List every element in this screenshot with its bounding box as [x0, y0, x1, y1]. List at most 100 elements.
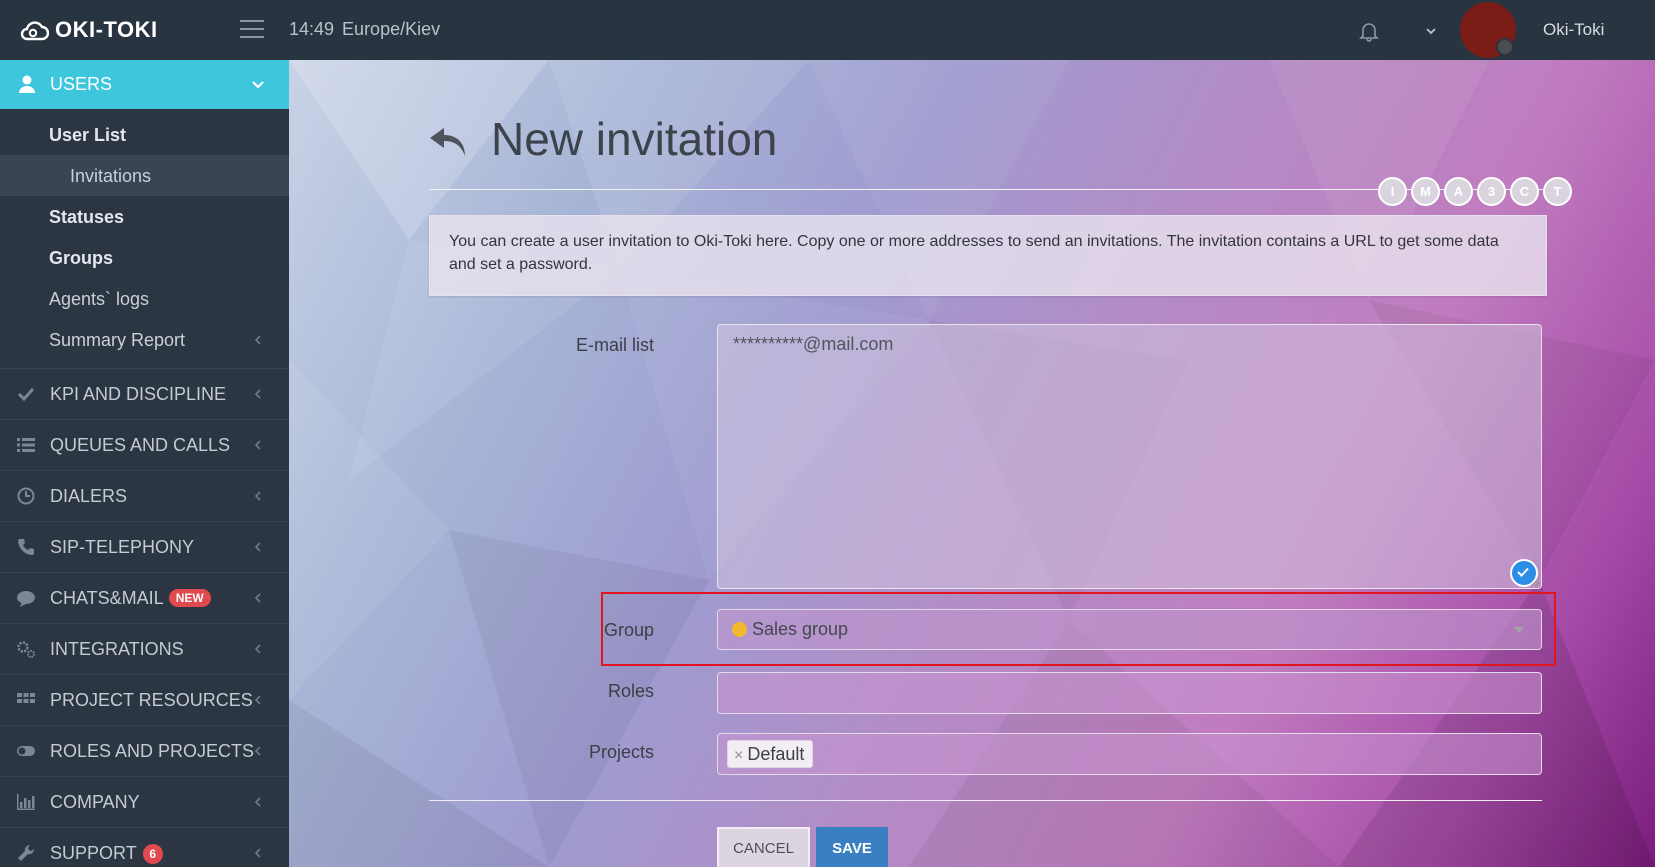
- sidebar-item-label: Agents` logs: [49, 289, 150, 309]
- sidebar-item-sip[interactable]: SIP-TELEPHONY: [0, 522, 289, 573]
- resize-grip-icon[interactable]: [1530, 577, 1540, 587]
- chevron-down-icon: [252, 81, 264, 89]
- new-badge: NEW: [168, 589, 211, 607]
- chevron-left-icon: [254, 797, 261, 807]
- chat-icon: [17, 591, 35, 607]
- top-bar: OKI-TOKI 14:49 Europe/Kiev Oki-Toki: [0, 0, 1655, 60]
- chevron-left-icon: [254, 542, 261, 552]
- sidebar-item-integrations[interactable]: INTEGRATIONS: [0, 624, 289, 675]
- bar-chart-icon: [17, 794, 35, 810]
- chevron-left-icon: [254, 746, 261, 756]
- sidebar-item-text: SUPPORT: [50, 843, 137, 863]
- remove-tag-icon[interactable]: ×: [734, 747, 743, 764]
- sidebar-section-label: USERS: [50, 74, 113, 94]
- clock-timezone: Europe/Kiev: [342, 19, 441, 39]
- back-arrow-icon[interactable]: [428, 124, 470, 160]
- sidebar-item-label: Statuses: [49, 207, 125, 227]
- clock: 14:49 Europe/Kiev: [289, 19, 440, 40]
- chevron-left-icon: [254, 440, 261, 450]
- sidebar-item-queues[interactable]: QUEUES AND CALLS: [0, 420, 289, 471]
- cloud-logo-icon: [20, 21, 49, 41]
- email-label: E-mail list: [575, 335, 654, 355]
- sidebar-item-dialers[interactable]: DIALERS: [0, 471, 289, 522]
- username[interactable]: Oki-Toki: [1543, 20, 1604, 40]
- sidebar-item-project-resources[interactable]: PROJECT RESOURCES: [0, 675, 289, 726]
- avatar[interactable]: [1460, 2, 1516, 58]
- sidebar-item-label: COMPANY: [50, 792, 140, 812]
- roles-input[interactable]: [717, 672, 1542, 714]
- sidebar-item-label: SIP-TELEPHONY: [50, 537, 195, 557]
- sidebar-item-invitations[interactable]: Invitations: [0, 155, 289, 196]
- projects-label: Projects: [588, 742, 654, 762]
- main-content: New invitation I M A 3 C T You can creat…: [289, 60, 1655, 867]
- email-list-textarea[interactable]: **********@mail.com: [717, 324, 1542, 589]
- sidebar-item-company[interactable]: COMPANY: [0, 777, 289, 828]
- sidebar-item-agents-logs[interactable]: Agents` logs: [0, 278, 289, 319]
- chip[interactable]: I: [1378, 177, 1407, 206]
- toggle-icon: [17, 746, 35, 756]
- chevron-left-icon: [254, 695, 261, 705]
- chevron-left-icon: [254, 389, 261, 399]
- logo[interactable]: OKI-TOKI: [19, 17, 158, 43]
- chip[interactable]: M: [1411, 177, 1440, 206]
- clock-icon: [17, 487, 35, 505]
- sidebar-item-groups[interactable]: Groups: [0, 237, 289, 278]
- sidebar-item-label: CHATS&MAIL NEW: [50, 588, 211, 609]
- projects-input[interactable]: × Default: [717, 733, 1542, 775]
- sidebar-item-label: INTEGRATIONS: [50, 639, 184, 659]
- chevron-left-icon: [254, 593, 261, 603]
- sidebar-item-support[interactable]: SUPPORT 6: [0, 828, 289, 867]
- chip[interactable]: T: [1543, 177, 1572, 206]
- gears-icon: [17, 641, 35, 658]
- sidebar-item-label: ROLES AND PROJECTS: [50, 741, 255, 761]
- sidebar-item-label: Summary Report: [49, 330, 186, 350]
- sidebar: USERS User List Invitations Statuses Gro…: [0, 60, 289, 867]
- chip[interactable]: A: [1444, 177, 1473, 206]
- cancel-button[interactable]: CANCEL: [717, 827, 810, 867]
- roles-label: Roles: [607, 681, 654, 701]
- logo-text: OKI-TOKI: [55, 17, 158, 42]
- sidebar-item-summary-report[interactable]: Summary Report: [0, 319, 289, 360]
- sidebar-item-label: DIALERS: [50, 486, 128, 506]
- sidebar-item-user-list[interactable]: User List: [0, 114, 289, 155]
- phone-icon: [18, 539, 34, 555]
- sidebar-item-label: PROJECT RESOURCES: [50, 690, 253, 710]
- sidebar-item-kpi[interactable]: KPI AND DISCIPLINE: [0, 369, 289, 420]
- sidebar-item-label: User List: [49, 125, 127, 145]
- grid-icon: [17, 693, 35, 703]
- sidebar-item-statuses[interactable]: Statuses: [0, 196, 289, 237]
- step-chips: I M A 3 C T: [1378, 177, 1572, 206]
- chevron-left-icon: [254, 848, 261, 858]
- chevron-left-icon: [254, 491, 261, 501]
- project-tag-label: Default: [747, 744, 805, 764]
- sidebar-item-text: CHATS&MAIL: [50, 588, 164, 608]
- chip[interactable]: C: [1510, 177, 1539, 206]
- save-button[interactable]: SAVE: [816, 827, 888, 867]
- count-badge: 6: [142, 844, 163, 864]
- user-icon: [19, 75, 35, 93]
- sidebar-item-label: SUPPORT 6: [50, 843, 163, 864]
- sidebar-item-roles-projects[interactable]: ROLES AND PROJECTS: [0, 726, 289, 777]
- menu-toggle-icon[interactable]: [240, 20, 264, 40]
- chip[interactable]: 3: [1477, 177, 1506, 206]
- sidebar-item-label: QUEUES AND CALLS: [50, 435, 231, 455]
- chevron-left-icon: [254, 335, 261, 345]
- wrench-icon: [18, 844, 35, 861]
- sidebar-item-chats-mail[interactable]: CHATS&MAIL NEW: [0, 573, 289, 624]
- sidebar-item-label: KPI AND DISCIPLINE: [50, 384, 227, 404]
- clock-time: 14:49: [289, 19, 335, 39]
- chevron-down-icon[interactable]: [1424, 24, 1438, 38]
- check-icon: [17, 387, 35, 402]
- highlight-box: [601, 592, 1556, 666]
- chevron-left-icon: [254, 644, 261, 654]
- users-submenu: User List Invitations Statuses Groups Ag…: [0, 109, 289, 369]
- divider: [429, 800, 1542, 801]
- sidebar-item-label: Groups: [49, 248, 114, 268]
- project-tag: × Default: [727, 740, 814, 768]
- list-icon: [17, 438, 35, 452]
- sidebar-section-users[interactable]: USERS: [0, 60, 289, 109]
- info-panel: You can create a user invitation to Oki-…: [429, 215, 1547, 296]
- bell-icon[interactable]: [1358, 20, 1380, 42]
- sidebar-item-label: Invitations: [70, 166, 152, 186]
- status-dot: [1496, 38, 1514, 56]
